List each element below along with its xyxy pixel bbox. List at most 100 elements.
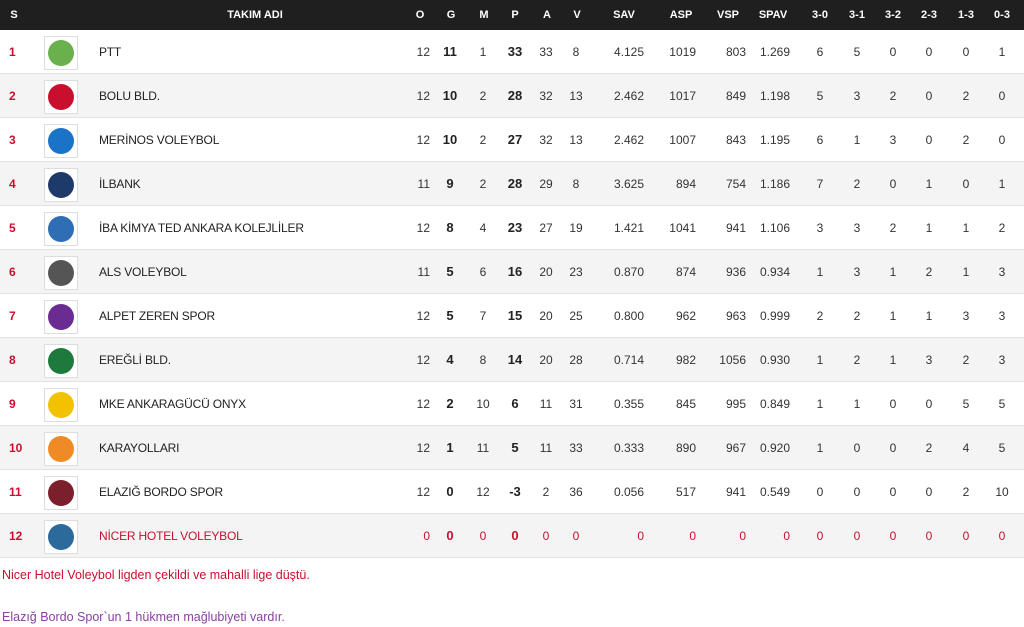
team-name-link[interactable]: ALS VOLEYBOL [99, 250, 399, 294]
cell-1-3: 2 [962, 89, 970, 103]
header-sets-won[interactable]: A [537, 0, 557, 30]
cell-3-2: 1 [889, 309, 897, 323]
team-name-link[interactable]: MKE ANKARAGÜCÜ ONYX [99, 382, 399, 426]
bordo-logo-icon[interactable] [44, 476, 78, 510]
cell-spav: 0.549 [759, 485, 790, 499]
header-played[interactable]: O [410, 0, 430, 30]
header-rank[interactable]: S [4, 0, 24, 30]
cell-spav: 0.920 [759, 441, 790, 455]
team-name-link[interactable]: KARAYOLLARI [99, 426, 399, 470]
merinos-logo-icon[interactable] [44, 124, 78, 158]
team-name-link[interactable]: ELAZIĞ BORDO SPOR [99, 470, 399, 514]
ted-logo-icon[interactable] [44, 212, 78, 246]
cell-sets-won: 33 [539, 45, 553, 59]
cell-3-1: 1 [853, 397, 861, 411]
cell-won: 0 [446, 484, 454, 499]
cell-asp: 874 [675, 265, 696, 279]
table-row[interactable]: 2 BOLU BLD. 12 10 2 28 32 13 2.462 1017 849 1.198 5 3… [0, 74, 1024, 118]
cell-sav: 0.056 [613, 485, 644, 499]
team-logo-mark [48, 480, 74, 506]
team-logo-mark [48, 436, 74, 462]
header-points[interactable]: P [505, 0, 525, 30]
cell-3-2: 1 [889, 353, 897, 367]
team-logo-mark [48, 40, 74, 66]
cell-0-3: 0 [998, 133, 1006, 147]
cell-spav: 1.106 [759, 221, 790, 235]
header-vsp[interactable]: VSP [708, 0, 748, 30]
header-3-1[interactable]: 3-1 [845, 0, 869, 30]
cell-2-3: 0 [925, 45, 933, 59]
team-name-link[interactable]: ALPET ZEREN SPOR [99, 294, 399, 338]
team-name-link[interactable]: NİCER HOTEL VOLEYBOL [99, 514, 399, 558]
cell-sets-won: 11 [539, 397, 553, 411]
team-name-link[interactable]: MERİNOS VOLEYBOL [99, 118, 399, 162]
table-row[interactable]: 9 MKE ANKARAGÜCÜ ONYX 12 2 10 6 11 31 0.355 845 99… [0, 382, 1024, 426]
karayollari-logo-icon[interactable] [44, 432, 78, 466]
nicer-logo-icon[interactable] [44, 520, 78, 554]
team-logo-mark [48, 216, 74, 242]
table-row[interactable]: 12 NİCER HOTEL VOLEYBOL 0 0 0 0 0 0 0 0 0 0 0 0 0 0 0 0 [0, 514, 1024, 558]
table-row[interactable]: 1 PTT 12 11 1 33 33 8 4.125 1019 803 1.269 6 5 0 0 0 1 [0, 30, 1024, 74]
header-won[interactable]: G [441, 0, 461, 30]
cell-points: 27 [507, 132, 523, 147]
ilbank-logo-icon[interactable] [44, 168, 78, 202]
table-row[interactable]: 8 EREĞLİ BLD. 12 4 8 14 20 28 0.714 982 1056 0.930 1… [0, 338, 1024, 382]
team-name-link[interactable]: İBA KİMYA TED ANKARA KOLEJLİLER [99, 206, 399, 250]
cell-sets-won: 27 [539, 221, 553, 235]
cell-asp: 894 [675, 177, 696, 191]
cell-points: 28 [507, 176, 523, 191]
header-0-3[interactable]: 0-3 [990, 0, 1014, 30]
cell-rank: 11 [9, 485, 22, 499]
cell-0-3: 1 [998, 45, 1006, 59]
cell-lost: 4 [479, 221, 487, 235]
header-3-2[interactable]: 3-2 [881, 0, 905, 30]
header-team[interactable]: TAKIM ADI [180, 0, 330, 30]
cell-2-3: 0 [925, 133, 933, 147]
header-spav[interactable]: SPAV [753, 0, 793, 30]
cell-lost: 0 [479, 529, 487, 543]
cell-3-1: 2 [853, 309, 861, 323]
team-name-link[interactable]: BOLU BLD. [99, 74, 399, 118]
cell-points: 28 [507, 88, 523, 103]
header-3-0[interactable]: 3-0 [808, 0, 832, 30]
cell-lost: 6 [479, 265, 487, 279]
table-row[interactable]: 6 ALS VOLEYBOL 11 5 6 16 20 23 0.870 874 936 0.934 1… [0, 250, 1024, 294]
cell-won: 1 [446, 440, 454, 455]
cell-1-3: 2 [962, 353, 970, 367]
cell-spav: 0.934 [759, 265, 790, 279]
ankaragucu-logo-icon[interactable] [44, 388, 78, 422]
cell-2-3: 3 [925, 353, 933, 367]
cell-sets-won: 11 [539, 441, 553, 455]
table-row[interactable]: 4 İLBANK 11 9 2 28 29 8 3.625 894 754 1.186 7 2 0 1 0 1 [0, 162, 1024, 206]
table-row[interactable]: 11 ELAZIĞ BORDO SPOR 12 0 12 -3 2 36 0.056 517 941… [0, 470, 1024, 514]
ptt-logo-icon[interactable] [44, 36, 78, 70]
eregli-logo-icon[interactable] [44, 344, 78, 378]
table-row[interactable]: 3 MERİNOS VOLEYBOL 12 10 2 27 32 13 2.462 1007 843… [0, 118, 1024, 162]
zeren-logo-icon[interactable] [44, 300, 78, 334]
bolu-logo-icon[interactable] [44, 80, 78, 114]
team-name-link[interactable]: İLBANK [99, 162, 399, 206]
table-row[interactable]: 5 İBA KİMYA TED ANKARA KOLEJLİLER 12 8 4 23 27… [0, 206, 1024, 250]
team-logo-mark [48, 304, 74, 330]
header-sets-lost[interactable]: V [567, 0, 587, 30]
cell-points: 15 [507, 308, 523, 323]
header-lost[interactable]: M [474, 0, 494, 30]
cell-3-2: 1 [889, 265, 897, 279]
cell-won: 5 [446, 264, 454, 279]
team-name-link[interactable]: EREĞLİ BLD. [99, 338, 399, 382]
cell-played: 12 [416, 485, 430, 499]
header-2-3[interactable]: 2-3 [917, 0, 941, 30]
table-row[interactable]: 10 KARAYOLLARI 12 1 11 5 11 33 0.333 890 967 0.920 1… [0, 426, 1024, 470]
header-sav[interactable]: SAV [604, 0, 644, 30]
header-asp[interactable]: ASP [661, 0, 701, 30]
cell-asp: 0 [689, 529, 696, 543]
header-1-3[interactable]: 1-3 [954, 0, 978, 30]
cell-rank: 2 [9, 89, 16, 103]
table-row[interactable]: 7 ALPET ZEREN SPOR 12 5 7 15 20 25 0.800 962 963 0.… [0, 294, 1024, 338]
cell-points: 33 [507, 44, 523, 59]
cell-sav: 2.462 [613, 89, 644, 103]
cell-3-0: 2 [816, 309, 824, 323]
als-logo-icon[interactable] [44, 256, 78, 290]
team-name-link[interactable]: PTT [99, 30, 399, 74]
cell-spav: 1.269 [759, 45, 790, 59]
